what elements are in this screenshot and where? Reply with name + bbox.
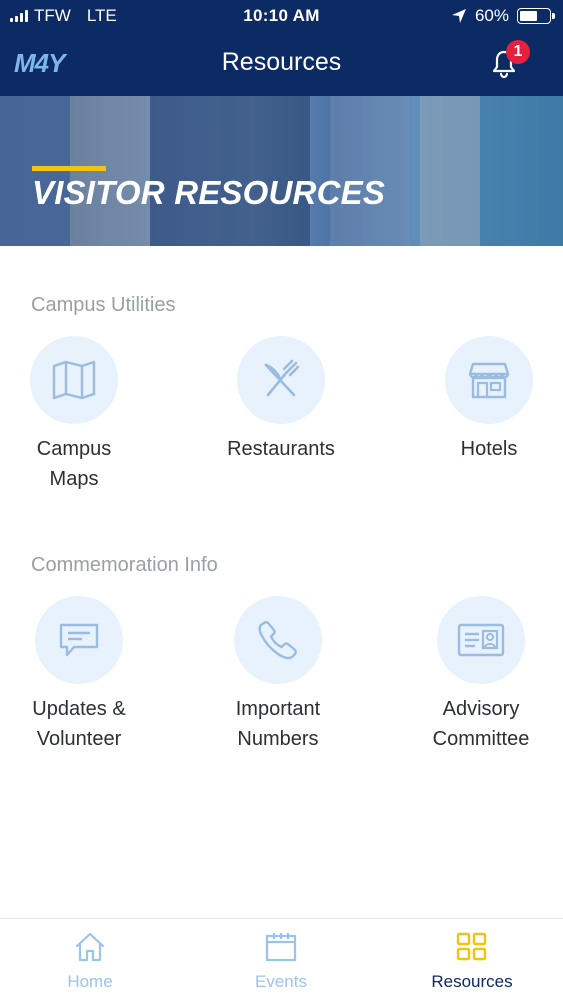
tile-label: Important Numbers	[198, 694, 358, 754]
tile-advisory-committee[interactable]: Advisory Committee	[401, 596, 561, 754]
tab-label: Events	[255, 972, 307, 991]
home-icon	[75, 932, 105, 962]
tile-hotels[interactable]: Hotels	[409, 336, 563, 464]
bottom-tab-bar: Home Events Resources	[0, 918, 563, 1000]
tile-important-numbers[interactable]: Important Numbers	[198, 596, 358, 754]
tile-campus-maps[interactable]: Campus Maps	[0, 336, 154, 494]
tile-label: Hotels	[409, 434, 563, 464]
section-title-commemoration-info: Commemoration Info	[31, 554, 218, 576]
tile-label: Restaurants	[201, 434, 361, 464]
battery-icon	[517, 8, 555, 24]
tile-icon-circle	[35, 596, 123, 684]
tile-label-line: Committee	[432, 728, 530, 750]
phone-icon	[258, 621, 297, 660]
tile-label: Updates & Volunteer	[0, 694, 159, 754]
tile-icon-circle	[445, 336, 533, 424]
tile-label-line: Important	[235, 698, 321, 720]
tile-restaurants[interactable]: Restaurants	[201, 336, 361, 464]
tile-label-line: Campus	[36, 438, 112, 460]
tile-updates-volunteer[interactable]: Updates & Volunteer	[0, 596, 159, 754]
section-title-campus-utilities: Campus Utilities	[31, 294, 176, 316]
hero-overlay	[0, 96, 563, 246]
status-right: 60%	[451, 6, 555, 26]
hero-banner: VISITOR RESOURCES	[0, 96, 563, 246]
hero-accent-bar	[32, 166, 106, 171]
tab-label: Resources	[431, 972, 513, 991]
hero-title: VISITOR RESOURCES	[32, 174, 386, 211]
tab-events[interactable]: Events	[211, 931, 351, 992]
battery-fill	[520, 11, 537, 21]
tile-label-line: Advisory	[442, 698, 520, 720]
tab-home[interactable]: Home	[20, 931, 160, 992]
tile-icon-circle	[234, 596, 322, 684]
location-arrow-icon	[451, 9, 466, 23]
calendar-icon	[265, 933, 297, 962]
message-icon	[59, 623, 99, 657]
tab-resources[interactable]: Resources	[402, 931, 542, 992]
tile-label: Campus Maps	[0, 434, 154, 494]
top-bar: TFW LTE 10:10 AM 60% M4Y Resources 1	[0, 0, 563, 96]
store-icon	[468, 362, 510, 399]
tile-label-line: Updates &	[32, 698, 126, 720]
tile-label-line: Restaurants	[227, 438, 335, 460]
tile-label-line: Hotels	[460, 438, 518, 460]
tile-label-line: Volunteer	[36, 728, 122, 750]
tile-icon-circle	[237, 336, 325, 424]
tile-label-line: Maps	[49, 468, 99, 490]
tab-label: Home	[67, 972, 113, 991]
id-card-icon	[457, 623, 505, 657]
tile-icon-circle	[437, 596, 525, 684]
map-icon	[52, 360, 96, 400]
page-title: Resources	[221, 48, 342, 76]
tile-label: Advisory Committee	[401, 694, 561, 754]
tile-label-line: Numbers	[237, 728, 319, 750]
nav-bar: M4Y Resources 1	[0, 32, 563, 96]
status-bar: TFW LTE 10:10 AM 60%	[0, 0, 563, 32]
notification-badge[interactable]: 1	[506, 40, 530, 64]
battery-percent: 60%	[474, 6, 509, 25]
tile-icon-circle	[30, 336, 118, 424]
fork-knife-icon	[264, 359, 300, 397]
grid-icon	[456, 932, 487, 961]
